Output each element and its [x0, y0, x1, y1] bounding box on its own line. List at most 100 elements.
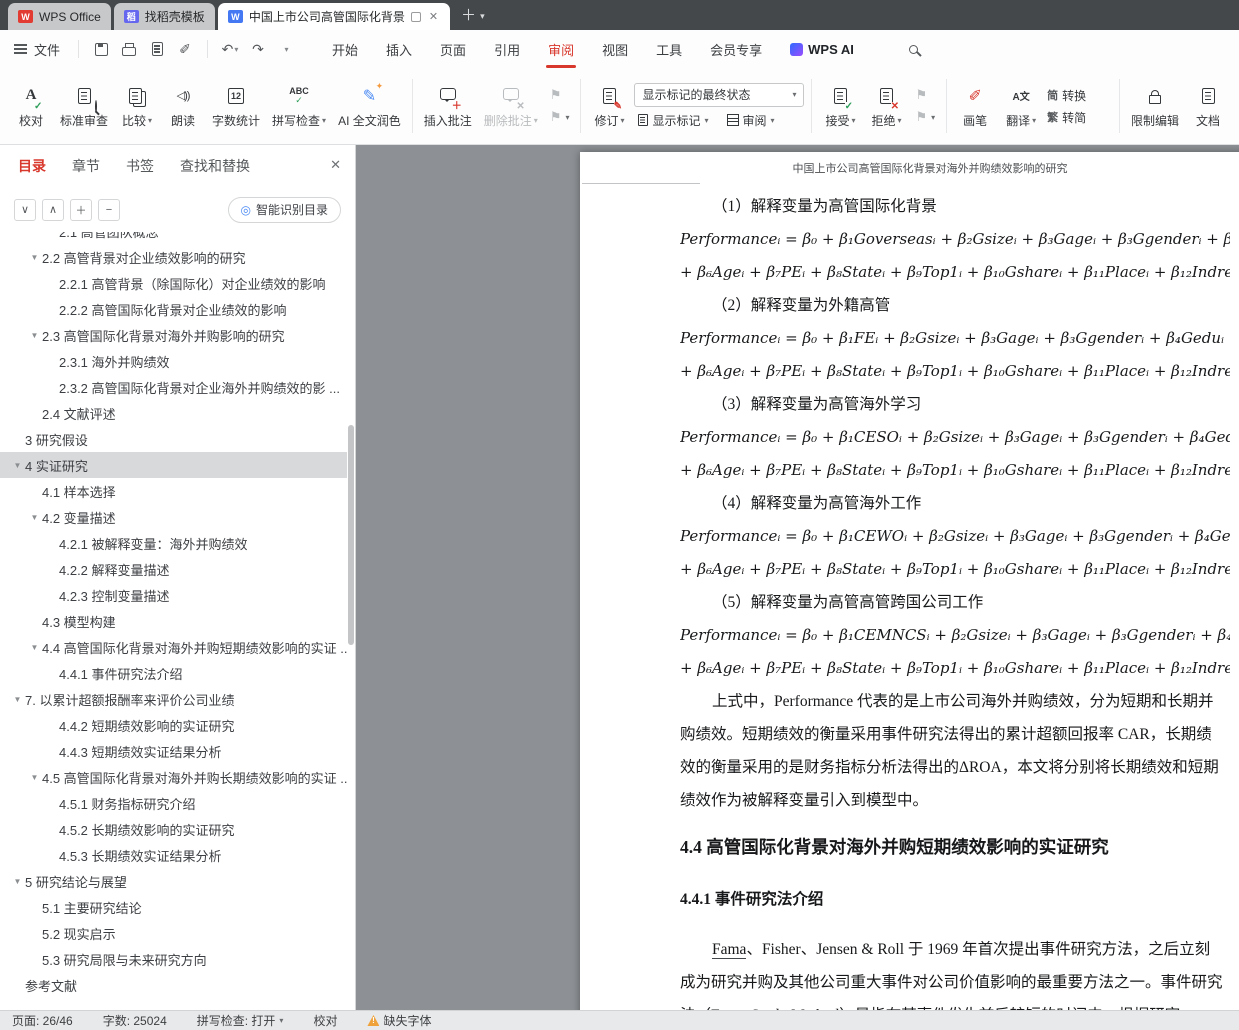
- track-changes-button[interactable]: ✎ 修订 ▾: [586, 79, 632, 134]
- toc-item[interactable]: 2.4 文献评述: [0, 400, 347, 426]
- toc-item[interactable]: 4.5.3 长期绩效实证结果分析: [0, 842, 347, 868]
- spellcheck-indicator[interactable]: 拼写检查: 打开 ▾: [197, 1012, 284, 1029]
- search-button[interactable]: [900, 36, 928, 62]
- print-preview-button[interactable]: [144, 37, 170, 61]
- sidebar-tab-find-replace[interactable]: 查找和替换: [180, 156, 250, 176]
- toc-item[interactable]: 4.2.3 控制变量描述: [0, 582, 347, 608]
- print-button[interactable]: [116, 37, 142, 61]
- markup-state-select[interactable]: 显示标记的最终状态 ▾: [634, 82, 805, 107]
- toc-item[interactable]: ▼ 2.2 高管背景对企业绩效影响的研究: [0, 244, 347, 270]
- model-caption[interactable]: （3）解释变量为高管海外学习: [680, 388, 1230, 421]
- toc-item[interactable]: 4.4.3 短期绩效实证结果分析: [0, 738, 347, 764]
- tab-preview-icon[interactable]: [410, 11, 421, 22]
- section-heading-4-4[interactable]: 4.4 高管国际化背景对海外并购短期绩效影响的实证研究: [680, 827, 1230, 867]
- word-count-indicator[interactable]: 字数: 25024: [103, 1012, 167, 1029]
- toc-expander-icon[interactable]: ▼: [10, 461, 25, 470]
- wps-ai-button[interactable]: WPS AI: [790, 42, 854, 57]
- toc-item[interactable]: ▼ 5 研究结论与展望: [0, 868, 347, 894]
- proofread-button[interactable]: A ✓ 校对: [8, 79, 54, 134]
- toc-item[interactable]: ▼ 4.4 高管国际化背景对海外并购短期绩效影响的实证 ...: [0, 634, 347, 660]
- menu-tab-references[interactable]: 引用: [480, 30, 534, 68]
- restrict-editing-button[interactable]: 限制编辑: [1125, 79, 1185, 134]
- traditional-convert-button[interactable]: 繁 转简: [1047, 109, 1086, 126]
- toc-item[interactable]: 4.5.2 长期绩效影响的实证研究: [0, 816, 347, 842]
- missing-font-warning[interactable]: ! 缺失字体: [367, 1012, 431, 1029]
- toc-item[interactable]: 4.4.1 事件研究法介绍: [0, 660, 347, 686]
- formula-line[interactable]: + β₆Ageᵢ + β₇PEᵢ + β₈Stateᵢ + β₉Top1ᵢ + …: [680, 355, 1230, 388]
- sidebar-tab-chapters[interactable]: 章节: [72, 156, 100, 176]
- highlighter-button[interactable]: ✐ 画笔: [952, 79, 998, 134]
- toc-expander-icon[interactable]: ▼: [27, 513, 42, 522]
- menu-tab-review[interactable]: 审阅: [534, 30, 588, 68]
- undo-button[interactable]: ↶ ▾: [217, 37, 243, 61]
- toc-expander-icon[interactable]: ▼: [27, 331, 42, 340]
- proofread-indicator[interactable]: 校对: [313, 1012, 337, 1029]
- compare-button[interactable]: 比较 ▾: [114, 79, 160, 134]
- toc-item[interactable]: 4.5.1 财务指标研究介绍: [0, 790, 347, 816]
- toc-item[interactable]: ▼ 7. 以累计超额报酬率来评价公司业绩: [0, 686, 347, 712]
- menu-tab-insert[interactable]: 插入: [372, 30, 426, 68]
- toc-item[interactable]: 2.3.1 海外并购绩效: [0, 348, 347, 374]
- toc-item[interactable]: 4.1 样本选择: [0, 478, 347, 504]
- toc-expander-icon[interactable]: ▼: [10, 877, 25, 886]
- reject-change-button[interactable]: ✕ 拒绝 ▾: [863, 79, 909, 134]
- model-caption[interactable]: （2）解释变量为外籍高管: [680, 289, 1230, 322]
- expand-all-button[interactable]: ∧: [42, 198, 64, 221]
- body-text-line[interactable]: 上式中，Performance 代表的是上市公司海外并购绩效，分为短期和长期并: [680, 685, 1230, 718]
- formula-line[interactable]: Performanceᵢ = β₀ + β₁Goverseasᵢ + β₂Gsi…: [680, 223, 1230, 256]
- body-text-line[interactable]: 绩效作为被解释变量引入到模型中。: [680, 784, 1230, 817]
- format-painter-button[interactable]: ✐: [172, 37, 198, 61]
- body-text-line[interactable]: 法（Event Study Method）是指在某事件发生前后较短的时间内，根据…: [680, 999, 1230, 1010]
- toc-item[interactable]: 5.2 现实启示: [0, 920, 347, 946]
- translate-button[interactable]: A文 翻译 ▾: [998, 79, 1044, 134]
- standard-review-button[interactable]: 标准审查: [54, 79, 114, 134]
- toc-expander-icon[interactable]: ▼: [27, 253, 42, 262]
- quickbar-chevron[interactable]: ▾: [273, 37, 299, 61]
- file-menu[interactable]: 文件: [12, 40, 70, 59]
- formula-line[interactable]: + β₆Ageᵢ + β₇PEᵢ + β₈Stateᵢ + β₉Top1ᵢ + …: [680, 652, 1230, 685]
- toc-item-selected[interactable]: ▼ 4 实证研究: [0, 452, 347, 478]
- sidebar-tab-toc[interactable]: 目录: [18, 156, 46, 176]
- model-caption[interactable]: （5）解释变量为高管高管跨国公司工作: [680, 586, 1230, 619]
- body-text-line[interactable]: 效的衡量采用的是财务指标分析法得出的ΔROA，本文将分别将长期绩效和短期: [680, 751, 1230, 784]
- page-indicator[interactable]: 页面: 26/46: [12, 1012, 73, 1029]
- toc-item[interactable]: 2.3.2 高管国际化背景对企业海外并购绩效的影 ...: [0, 374, 347, 400]
- tab-close-icon[interactable]: ✕: [427, 10, 440, 23]
- model-caption[interactable]: （4）解释变量为高管海外工作: [680, 487, 1230, 520]
- toc-item[interactable]: 3 研究假设: [0, 426, 347, 452]
- menu-tab-page[interactable]: 页面: [426, 30, 480, 68]
- menu-tab-home[interactable]: 开始: [318, 30, 372, 68]
- smart-toc-button[interactable]: ◎ 智能识别目录: [227, 196, 341, 223]
- new-tab-button[interactable]: ＋: [461, 4, 476, 25]
- formula-line[interactable]: + β₆Ageᵢ + β₇PEᵢ + β₈Stateᵢ + β₉Top1ᵢ + …: [680, 256, 1230, 289]
- simplified-convert-button[interactable]: 简 转换: [1047, 87, 1086, 104]
- ai-polish-button[interactable]: ✎ ✦ AI 全文润色: [332, 79, 407, 134]
- toc-item[interactable]: 4.2.2 解释变量描述: [0, 556, 347, 582]
- toc-item[interactable]: 2.1 高管团队概念: [0, 232, 347, 244]
- menu-tab-tools[interactable]: 工具: [642, 30, 696, 68]
- section-heading-4-4-1[interactable]: 4.4.1 事件研究法介绍: [680, 883, 1230, 917]
- tab-active-document[interactable]: W 中国上市公司高管国际化背景 ✕: [217, 3, 451, 30]
- toc-item[interactable]: 2.2.1 高管背景（除国际化）对企业绩效的影响: [0, 270, 347, 296]
- word-count-button[interactable]: 12 字数统计: [206, 79, 266, 134]
- toc-expander-icon[interactable]: ▼: [27, 773, 42, 782]
- menu-tab-membership[interactable]: 会员专享: [696, 30, 776, 68]
- save-button[interactable]: [88, 37, 114, 61]
- sidebar-scrollbar[interactable]: [348, 425, 354, 645]
- toc-expander-icon[interactable]: ▼: [10, 695, 25, 704]
- formula-line[interactable]: Performanceᵢ = β₀ + β₁CESOᵢ + β₂Gsizeᵢ +…: [680, 421, 1230, 454]
- toc-item[interactable]: 5.3 研究局限与未来研究方向: [0, 946, 347, 972]
- formula-line[interactable]: Performanceᵢ = β₀ + β₁FEᵢ + β₂Gsizeᵢ + β…: [680, 322, 1230, 355]
- read-aloud-button[interactable]: ◁)) 朗读: [160, 79, 206, 134]
- formula-line[interactable]: + β₆Ageᵢ + β₇PEᵢ + β₈Stateᵢ + β₉Top1ᵢ + …: [680, 553, 1230, 586]
- tab-docer-templates[interactable]: 稻 找稻壳模板: [113, 3, 215, 30]
- review-pane-button[interactable]: 审阅 ▾: [723, 111, 779, 130]
- formula-line[interactable]: Performanceᵢ = β₀ + β₁CEWOᵢ + β₂Gsizeᵢ +…: [680, 520, 1230, 553]
- toc-item[interactable]: 5.1 主要研究结论: [0, 894, 347, 920]
- toc-item[interactable]: ▼ 4.5 高管国际化背景对海外并购长期绩效影响的实证 ...: [0, 764, 347, 790]
- sidebar-tab-bookmarks[interactable]: 书签: [126, 156, 154, 176]
- toc-item[interactable]: ▼ 2.3 高管国际化背景对海外并购影响的研究: [0, 322, 347, 348]
- tab-wps-office[interactable]: W WPS Office: [8, 3, 111, 30]
- model-caption[interactable]: （1）解释变量为高管国际化背景: [680, 190, 1230, 223]
- redo-button[interactable]: ↷: [245, 37, 271, 61]
